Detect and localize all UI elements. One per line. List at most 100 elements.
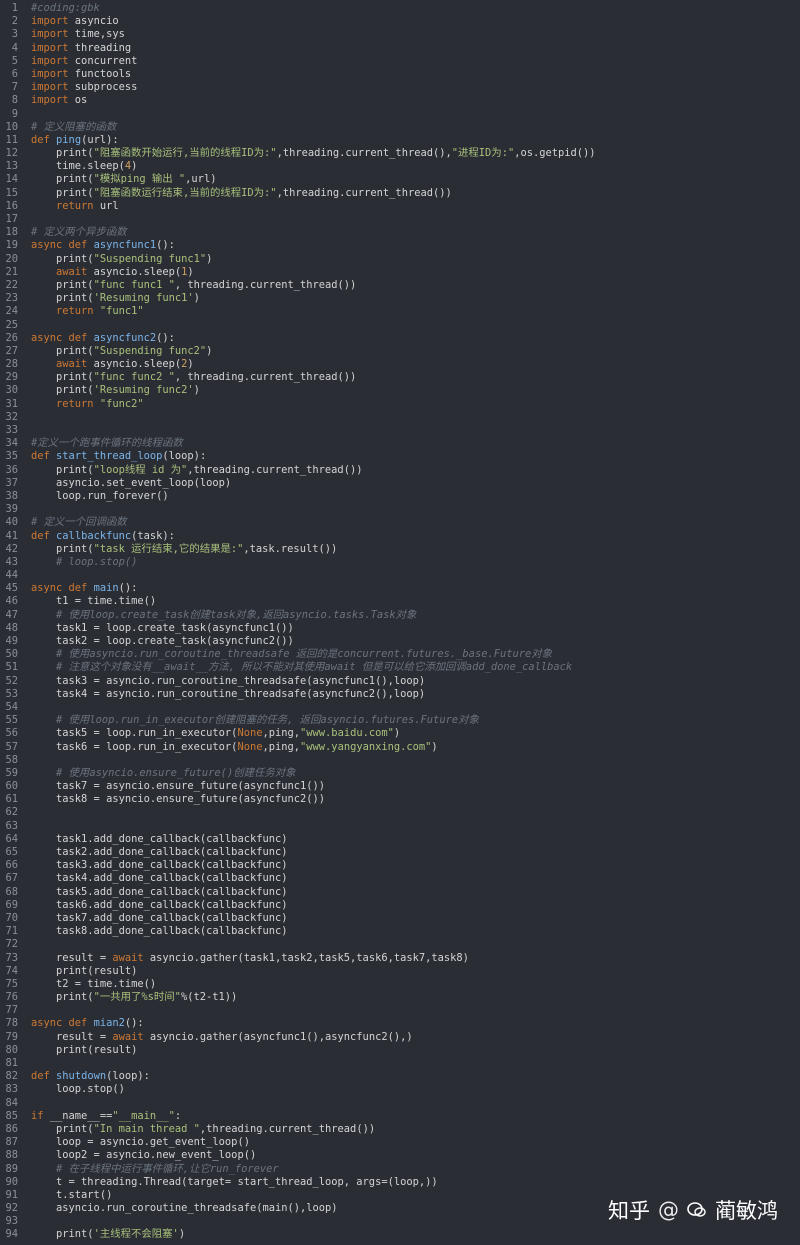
code-line: 57 task6 = loop.run_in_executor(None,pin… (0, 741, 800, 754)
line-code: task7 = asyncio.ensure_future(asyncfunc1… (31, 780, 800, 793)
code-line: 4 import threading (0, 42, 800, 55)
line-number: 6 (11, 67, 18, 80)
line-number: 58 (5, 753, 18, 766)
line-number: 80 (5, 1043, 18, 1056)
code-token: "loop线程 id 为" (93, 463, 188, 476)
line-number: 77 (5, 1004, 18, 1017)
line-number: 54 (5, 700, 18, 713)
code-line: 74 print(result) (0, 965, 800, 978)
code-token: main (93, 582, 119, 595)
code-token: ,task.result()) (243, 542, 338, 555)
line-code: async def mian2(): (31, 1017, 800, 1030)
code-line: 61 task8 = asyncio.ensure_future(asyncfu… (0, 793, 800, 806)
line-number: 4 (11, 41, 18, 54)
code-line: 88 loop2 = asyncio.new_event_loop() (0, 1149, 800, 1162)
code-token: task1 = loop.create_task(asyncfunc1()) (31, 621, 294, 634)
line-number: 9 (11, 107, 18, 120)
code-token: print( (31, 463, 94, 476)
line-number: 35 (5, 450, 18, 463)
code-line: 48 task1 = loop.create_task(asyncfunc1()… (0, 622, 800, 635)
code-token: (): (156, 239, 175, 252)
code-token: None (237, 727, 263, 740)
code-token: print( (31, 173, 94, 186)
line-number: 39 (5, 503, 18, 516)
line-code: import threading (31, 42, 800, 55)
code-line: 18 # 定义两个异步函数 (0, 226, 800, 239)
code-token: task4.add_done_callback(callbackfunc) (31, 872, 288, 885)
code-token: print( (31, 542, 94, 555)
code-token: os (68, 94, 88, 107)
code-token: print( (31, 292, 94, 305)
code-token: task2 = loop.create_task(asyncfunc2()) (31, 635, 294, 647)
code-token: print( (31, 991, 94, 1004)
line-number: 33 (5, 424, 18, 436)
line-code: async def asyncfunc1(): (31, 239, 800, 252)
code-token: , threading.current_thread()) (174, 371, 357, 384)
line-number: 27 (5, 344, 18, 357)
code-token: return (56, 199, 94, 212)
code-token: print(result) (31, 964, 138, 977)
line-code: task8.add_done_callback(callbackfunc) (31, 925, 800, 938)
code-line: 29 print("func func2 ", threading.curren… (0, 371, 800, 384)
code-token: return (56, 305, 94, 318)
code-token: print( (31, 186, 94, 199)
code-line: 23 print('Resuming func1') (0, 292, 800, 305)
code-line: 94 print('主线程不会阻塞') (0, 1228, 800, 1241)
line-number: 66 (5, 859, 18, 872)
code-token: asyncio.sleep( (87, 265, 182, 278)
code-line: 7 import subprocess (0, 81, 800, 94)
code-token: "模拟ping 输出 " (93, 173, 186, 186)
code-line: 85 if __name__=="__main__": (0, 1110, 800, 1123)
line-code: import concurrent (31, 55, 800, 68)
line-code: # 定义两个异步函数 (31, 226, 800, 239)
line-number: 16 (5, 199, 18, 212)
watermark-at: @ (658, 1198, 679, 1222)
line-code: return "func2" (31, 398, 800, 411)
line-code: import os (31, 94, 800, 107)
code-line: 27 print("Suspending func2") (0, 345, 800, 358)
line-code: loop.run_forever() (31, 490, 800, 503)
code-line: 86 print("In main thread ",threading.cur… (0, 1123, 800, 1136)
line-code: print('主线程不会阻塞') (31, 1228, 800, 1241)
code-editor: 1 #coding:gbk 2 import asyncio 3 import time,… (0, 0, 800, 1245)
line-number: 38 (5, 489, 18, 502)
code-token: task1.add_done_callback(callbackfunc) (31, 832, 288, 845)
code-token: ) (187, 265, 194, 278)
code-token: # 注意这个对象没有__await__方法, 所以不能对其使用await 但是可… (31, 661, 573, 674)
code-line: 15 print("阻塞函数运行结束,当前的线程ID为:",threading.… (0, 187, 800, 200)
line-number: 94 (5, 1228, 18, 1241)
code-line: 55 # 使用loop.run_in_executor创建阻塞的任务, 返回as… (0, 714, 800, 727)
code-line: 13 time.sleep(4) (0, 160, 800, 173)
code-token: loop = asyncio.get_event_loop() (31, 1136, 250, 1149)
line-number: 65 (5, 846, 18, 858)
line-number: 3 (11, 28, 18, 41)
code-token: ) (393, 727, 401, 740)
code-line: 53 task4 = asyncio.run_coroutine_threads… (0, 688, 800, 701)
code-token: def (31, 450, 50, 463)
line-code: print('Resuming func2') (31, 384, 800, 397)
code-token: 'Resuming func2' (93, 384, 194, 397)
code-line: 54 (0, 701, 800, 714)
line-number: 62 (5, 806, 18, 819)
line-number: 64 (5, 832, 18, 845)
line-code: t2 = time.time() (31, 978, 800, 991)
line-number: 83 (5, 1083, 18, 1096)
code-token: import (31, 54, 69, 67)
line-code: # loop.stop() (31, 556, 800, 569)
code-token: loop.stop() (31, 1083, 125, 1096)
line-code: time.sleep(4) (31, 160, 800, 173)
wechat-icon (687, 1202, 706, 1217)
line-code: if __name__=="__main__": (31, 1110, 800, 1123)
code-token: "__main__" (112, 1109, 175, 1122)
code-token: def (31, 1070, 50, 1083)
code-token: ,url) (185, 173, 217, 186)
line-code: import time,sys (31, 28, 800, 41)
line-code: print("Suspending func2") (31, 345, 800, 358)
watermark: 知乎 @ 蔺敏鸿 (608, 1196, 778, 1224)
